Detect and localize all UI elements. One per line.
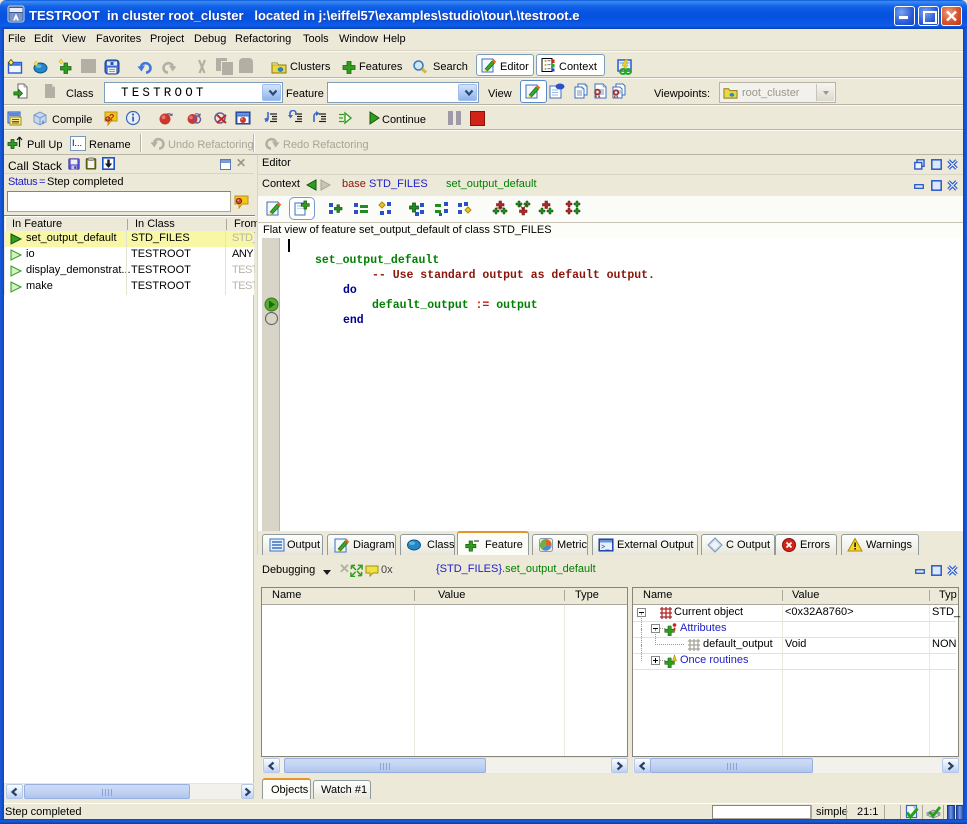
svg-text:>_: >_ xyxy=(601,544,610,552)
